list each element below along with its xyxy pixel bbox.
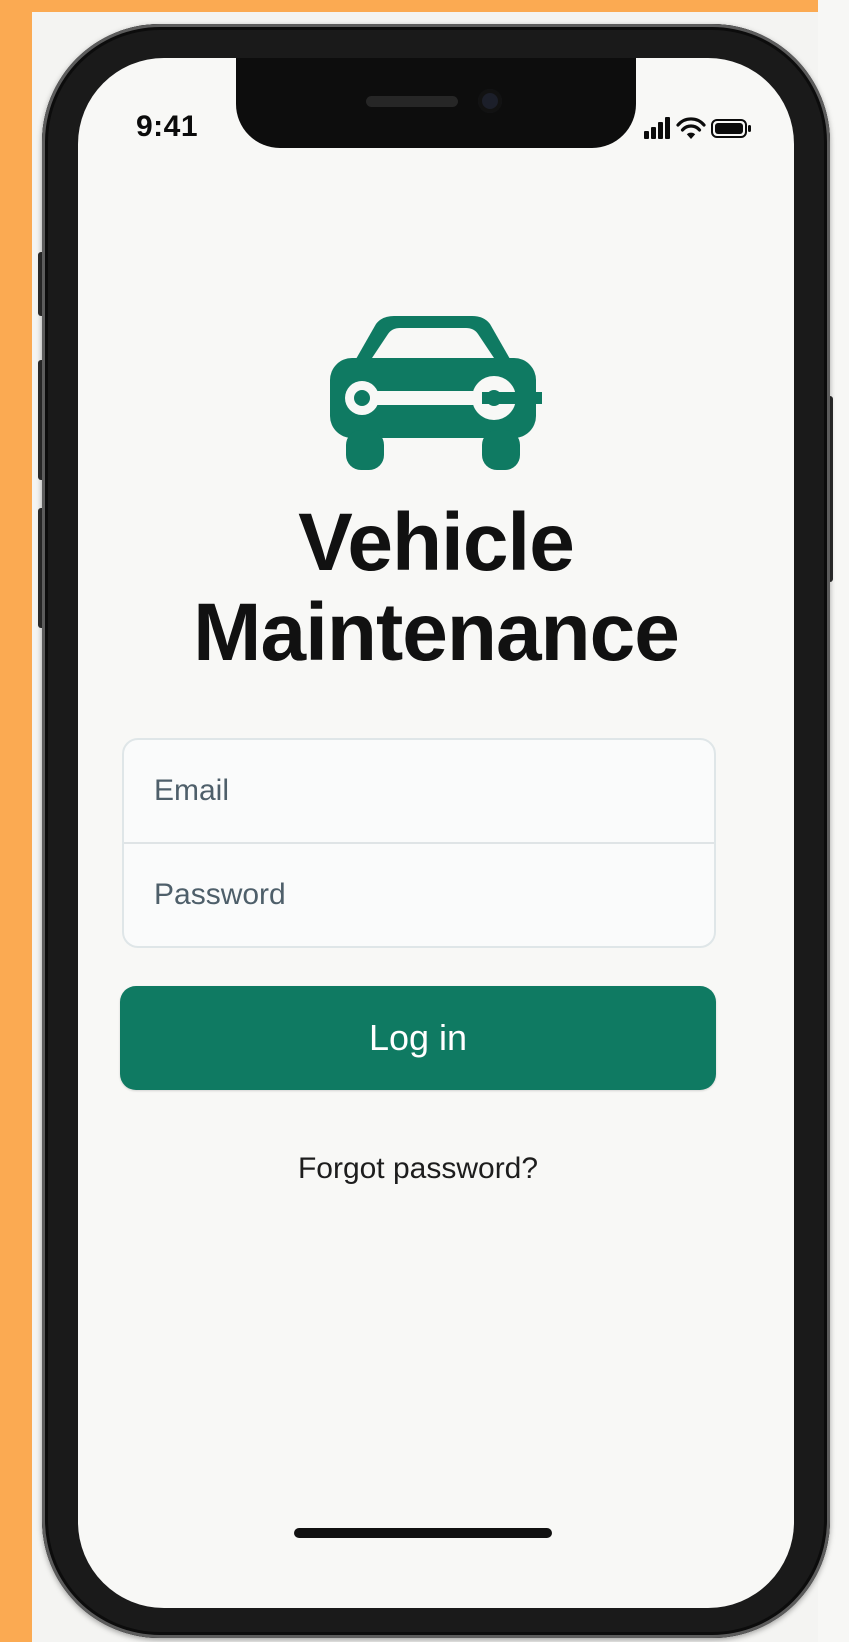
earpiece-speaker: [366, 96, 458, 107]
email-input[interactable]: [124, 740, 714, 842]
wifi-icon: [676, 117, 706, 139]
app-title-line-2: Maintenance: [193, 587, 680, 678]
login-button[interactable]: Log in: [120, 986, 716, 1090]
forgot-password-link[interactable]: Forgot password?: [78, 1152, 758, 1186]
notch: [236, 58, 636, 148]
app-title-line-1: Vehicle: [298, 497, 575, 588]
phone-frame: 9:41 Vehicle Maintenance Email Log in Fo…: [42, 24, 830, 1638]
page-canvas: 9:41 Vehicle Maintenance Email Log in Fo…: [0, 0, 849, 1642]
status-time: 9:41: [136, 110, 199, 143]
car-wrench-icon: [330, 316, 542, 470]
phone-screen: 9:41 Vehicle Maintenance Email Log in Fo…: [78, 58, 794, 1608]
front-camera: [478, 89, 502, 113]
password-field-row: [124, 844, 714, 946]
cellular-signal-icon: [644, 117, 670, 139]
home-indicator[interactable]: [294, 1528, 552, 1538]
status-icons: [644, 117, 751, 139]
email-field-row: [124, 740, 714, 844]
password-input[interactable]: [124, 844, 714, 946]
login-fields-card: [122, 738, 716, 948]
battery-icon: [711, 119, 751, 138]
app-title: Vehicle Maintenance: [78, 498, 794, 678]
